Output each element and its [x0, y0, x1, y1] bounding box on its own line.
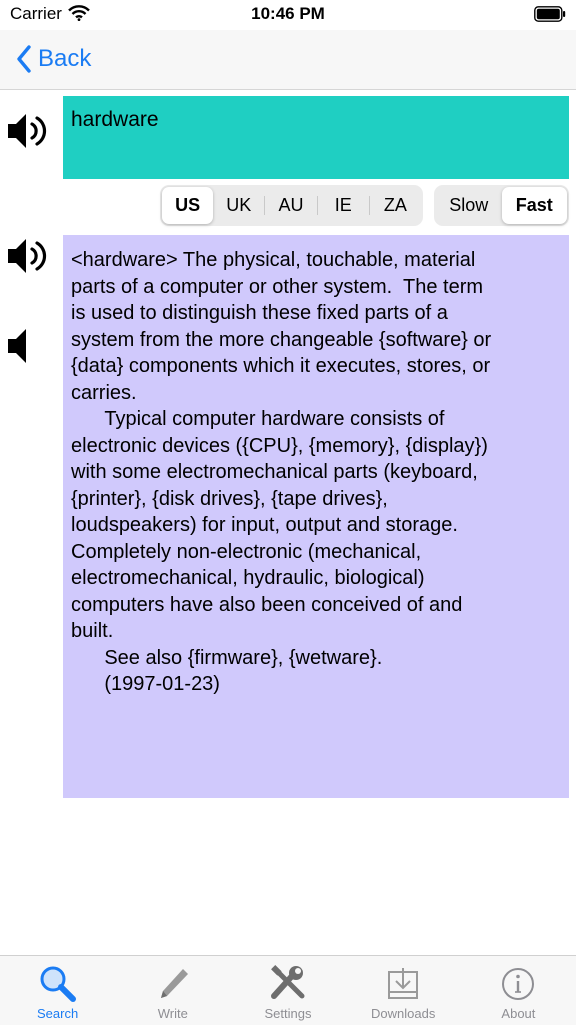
- tab-label-write: Write: [157, 1006, 188, 1021]
- pencil-icon: [153, 963, 193, 1005]
- speed-option-slow[interactable]: Slow: [436, 187, 502, 224]
- speaker-quiet-icon[interactable]: [6, 326, 50, 371]
- magnifier-icon: [38, 963, 78, 1005]
- tab-about[interactable]: About: [461, 956, 576, 1025]
- info-icon: [498, 963, 538, 1005]
- accent-selector: US UK AU IE ZA: [160, 185, 423, 226]
- back-button[interactable]: Back: [16, 42, 91, 76]
- definition-panel: <hardware> The physical, touchable, mate…: [63, 235, 569, 798]
- status-bar: Carrier 10:46 PM: [0, 0, 576, 30]
- tab-label-about: About: [501, 1006, 536, 1021]
- speak-word-icon[interactable]: [6, 111, 50, 156]
- accent-option-uk[interactable]: UK: [213, 187, 264, 224]
- accent-option-us[interactable]: US: [162, 187, 214, 224]
- status-time: 10:46 PM: [251, 4, 325, 23]
- battery-icon: [534, 6, 566, 27]
- tab-bar: Search Write Settings Downloads About: [0, 955, 576, 1025]
- tab-write[interactable]: Write: [115, 956, 230, 1025]
- accent-option-au[interactable]: AU: [265, 187, 316, 224]
- tab-downloads[interactable]: Downloads: [346, 956, 461, 1025]
- speed-option-fast[interactable]: Fast: [501, 187, 567, 224]
- tab-label-downloads: Downloads: [371, 1006, 436, 1021]
- tab-search[interactable]: Search: [0, 956, 115, 1025]
- definition-text: <hardware> The physical, touchable, mate…: [71, 249, 492, 695]
- download-tray-icon: [383, 963, 423, 1005]
- speak-definition-icon[interactable]: [6, 236, 50, 281]
- tools-icon: [268, 963, 308, 1005]
- accent-option-ie[interactable]: IE: [318, 187, 369, 224]
- tab-settings[interactable]: Settings: [230, 956, 345, 1025]
- accent-option-za[interactable]: ZA: [370, 187, 421, 224]
- back-button-label: Back: [38, 45, 92, 72]
- speed-selector: Slow Fast: [434, 185, 569, 226]
- tab-label-settings: Settings: [264, 1006, 312, 1021]
- navigation-bar: Back: [0, 30, 576, 90]
- word-text: hardware: [71, 108, 159, 131]
- chevron-left-icon: [17, 45, 31, 73]
- word-display: hardware: [63, 96, 569, 179]
- tab-label-search: Search: [37, 1006, 79, 1021]
